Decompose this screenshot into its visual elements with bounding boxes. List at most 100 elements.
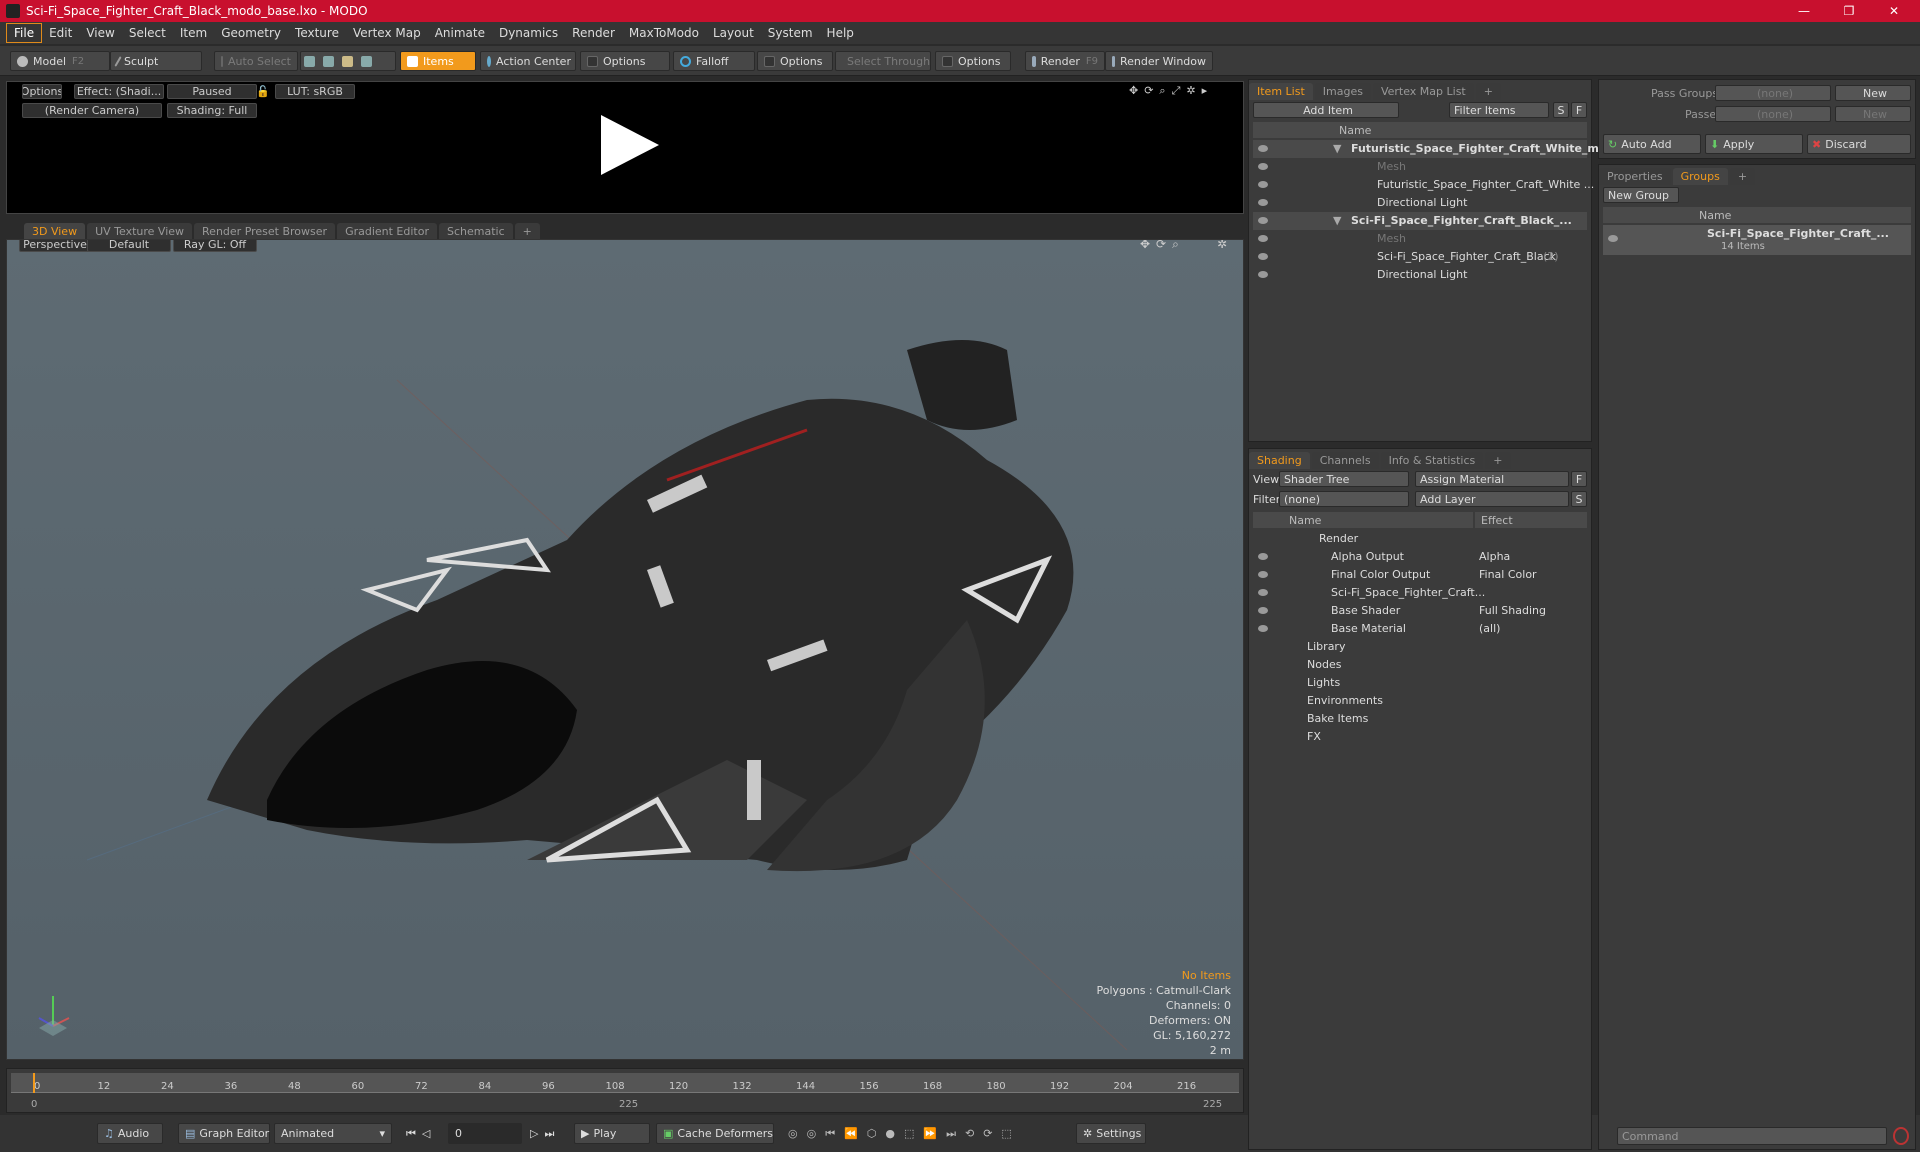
cache-deformers-button[interactable]: ▣ Cache Deformers [656, 1123, 774, 1144]
items-mode-button[interactable]: Items [400, 51, 476, 71]
timeline[interactable]: 0 12 24 36 48 60 72 84 96 108 120 132 144 156 168 180 19… [6, 1068, 1244, 1113]
menu-maxtomodo[interactable]: MaxToModo [622, 24, 706, 42]
action-center-button[interactable]: Action Center [480, 51, 576, 71]
falloff-options-button[interactable]: Options [757, 51, 833, 71]
frame-input[interactable]: 0 [448, 1123, 522, 1144]
add-item-dropdown[interactable]: Add Item [1253, 102, 1399, 118]
tab-gradient-editor[interactable]: Gradient Editor [337, 223, 437, 240]
auto-select-button[interactable]: Auto Select [214, 51, 298, 71]
menu-render[interactable]: Render [565, 24, 622, 42]
render-button[interactable]: Render F9 [1025, 51, 1105, 71]
edges-icon[interactable] [323, 55, 334, 67]
key-tool-icons[interactable]: ◎◎⏮⏪⬡●⬚⏩⏭⟲⟳⬚ [782, 1123, 1072, 1144]
eye-icon[interactable] [1258, 181, 1268, 188]
menu-system[interactable]: System [761, 24, 820, 42]
eye-icon[interactable] [1258, 607, 1268, 614]
command-input[interactable]: Command [1617, 1127, 1887, 1145]
menu-animate[interactable]: Animate [428, 24, 492, 42]
select-through-options-button[interactable]: Options [935, 51, 1011, 71]
eye-icon[interactable] [1258, 571, 1268, 578]
group-row[interactable]: Sci-Fi_Space_Fighter_Craft_... 14 Items [1603, 225, 1911, 255]
shader-row[interactable]: Alpha Output Alpha [1253, 548, 1587, 566]
shading-dropdown[interactable]: Shading: Full [167, 103, 257, 118]
shader-effect[interactable]: Alpha [1479, 550, 1510, 563]
eye-icon[interactable] [1258, 199, 1268, 206]
tab-3d-view[interactable]: 3D View [24, 223, 86, 240]
settings-button[interactable]: ✲ Settings [1076, 1123, 1146, 1144]
tab-render-preset-browser[interactable]: Render Preset Browser [194, 223, 336, 240]
shader-row[interactable]: Environments [1253, 692, 1587, 710]
item-list-row[interactable]: Futuristic_Space_Fighter_Craft_White ... [1253, 176, 1594, 194]
item-list-row[interactable]: ▼ Sci-Fi_Space_Fighter_Craft_Black_... [1253, 212, 1587, 230]
polygons-icon[interactable] [342, 55, 353, 67]
filter-items-input[interactable]: Filter Items [1449, 102, 1549, 118]
item-list-row[interactable]: Mesh [1253, 158, 1587, 176]
audio-button[interactable]: ♫ Audio [97, 1123, 163, 1144]
auto-add-button[interactable]: ↻ Auto Add [1603, 134, 1701, 154]
add-layer-dropdown[interactable]: Add Layer [1415, 491, 1569, 507]
menu-texture[interactable]: Texture [288, 24, 346, 42]
shading-f-button[interactable]: F [1571, 471, 1587, 487]
menu-layout[interactable]: Layout [706, 24, 761, 42]
eye-icon[interactable] [1258, 235, 1268, 242]
shader-row[interactable]: Sci-Fi_Space_Fighter_Craft... [1253, 584, 1587, 602]
default-dropdown[interactable]: Default [87, 240, 171, 252]
preview-effect-dropdown[interactable]: Effect: (Shadi... [74, 84, 164, 99]
eye-icon[interactable] [1258, 217, 1268, 224]
shader-effect[interactable]: Full Shading [1479, 604, 1546, 617]
tab-vertex-map-list[interactable]: Vertex Map List [1372, 83, 1474, 100]
transport-back-buttons[interactable]: ⏮◁ [400, 1123, 448, 1144]
shader-row[interactable]: Nodes [1253, 656, 1587, 674]
filter-dropdown[interactable]: (none) [1279, 491, 1409, 507]
new-pass-button[interactable]: New [1835, 106, 1911, 122]
assign-material-button[interactable]: Assign Material [1415, 471, 1569, 487]
add-tab-button[interactable]: + [1729, 168, 1756, 185]
render-window-button[interactable]: Render Window [1105, 51, 1213, 71]
raygl-dropdown[interactable]: Ray GL: Off [173, 240, 257, 252]
add-tab-button[interactable]: + [514, 223, 540, 240]
viewport-nav-icons[interactable]: ✥⟳⌕ [1140, 240, 1185, 252]
sculpt-mode-button[interactable]: Sculpt [110, 51, 202, 71]
tab-uv-texture-view[interactable]: UV Texture View [87, 223, 193, 240]
item-list-row[interactable]: Directional Light [1253, 194, 1587, 212]
menu-help[interactable]: Help [820, 24, 861, 42]
passes-dropdown[interactable]: (none) [1715, 106, 1831, 122]
minimize-button[interactable]: — [1782, 0, 1826, 22]
select-through-button[interactable]: Select Through [835, 51, 931, 71]
tab-channels[interactable]: Channels [1311, 452, 1379, 469]
preview-paused-button[interactable]: Paused [167, 84, 257, 99]
eye-icon[interactable] [1258, 553, 1268, 560]
graph-editor-button[interactable]: ▤ Graph Editor [178, 1123, 270, 1144]
expand-arrow-icon[interactable]: ▼ [1333, 142, 1341, 155]
item-list-row[interactable]: ▼ Futuristic_Space_Fighter_Craft_White_m.… [1253, 140, 1611, 158]
item-list-row[interactable]: Directional Light [1253, 266, 1587, 284]
falloff-button[interactable]: Falloff [673, 51, 755, 71]
eye-icon[interactable] [1258, 163, 1268, 170]
shader-row[interactable]: Render [1253, 530, 1587, 548]
shader-row[interactable]: Base Material (all) [1253, 620, 1587, 638]
eye-icon[interactable] [1608, 235, 1618, 242]
tab-info-statistics[interactable]: Info & Statistics [1380, 452, 1484, 469]
model-mode-button[interactable]: Model F2 [10, 51, 110, 71]
tab-groups[interactable]: Groups [1672, 168, 1728, 185]
vertices-icon[interactable] [304, 55, 315, 67]
viewport-settings-gear-icon[interactable]: ✲ [1217, 240, 1227, 251]
eye-icon[interactable] [1258, 253, 1268, 260]
menu-select[interactable]: Select [122, 24, 173, 42]
filter-f-button[interactable]: F [1571, 102, 1587, 118]
menu-item[interactable]: Item [173, 24, 214, 42]
shader-row[interactable]: Base Shader Full Shading [1253, 602, 1587, 620]
3d-viewport[interactable]: Perspective Default Ray GL: Off ✥⟳⌕ ✲ No… [6, 239, 1244, 1060]
shader-row[interactable]: FX [1253, 728, 1587, 746]
shader-row[interactable]: Library [1253, 638, 1587, 656]
filter-s-button[interactable]: S [1553, 102, 1569, 118]
add-tab-button[interactable]: + [1485, 452, 1511, 469]
eye-icon[interactable] [1258, 589, 1268, 596]
close-button[interactable]: ✕ [1872, 0, 1916, 22]
tab-properties[interactable]: Properties [1599, 168, 1671, 185]
tab-schematic[interactable]: Schematic [439, 223, 513, 240]
shader-row[interactable]: Final Color Output Final Color [1253, 566, 1587, 584]
menu-vertex-map[interactable]: Vertex Map [346, 24, 428, 42]
preview-nav-icons[interactable]: ✥⟳⌕⤢✲▸ [1129, 84, 1239, 98]
eye-icon[interactable] [1258, 145, 1268, 152]
